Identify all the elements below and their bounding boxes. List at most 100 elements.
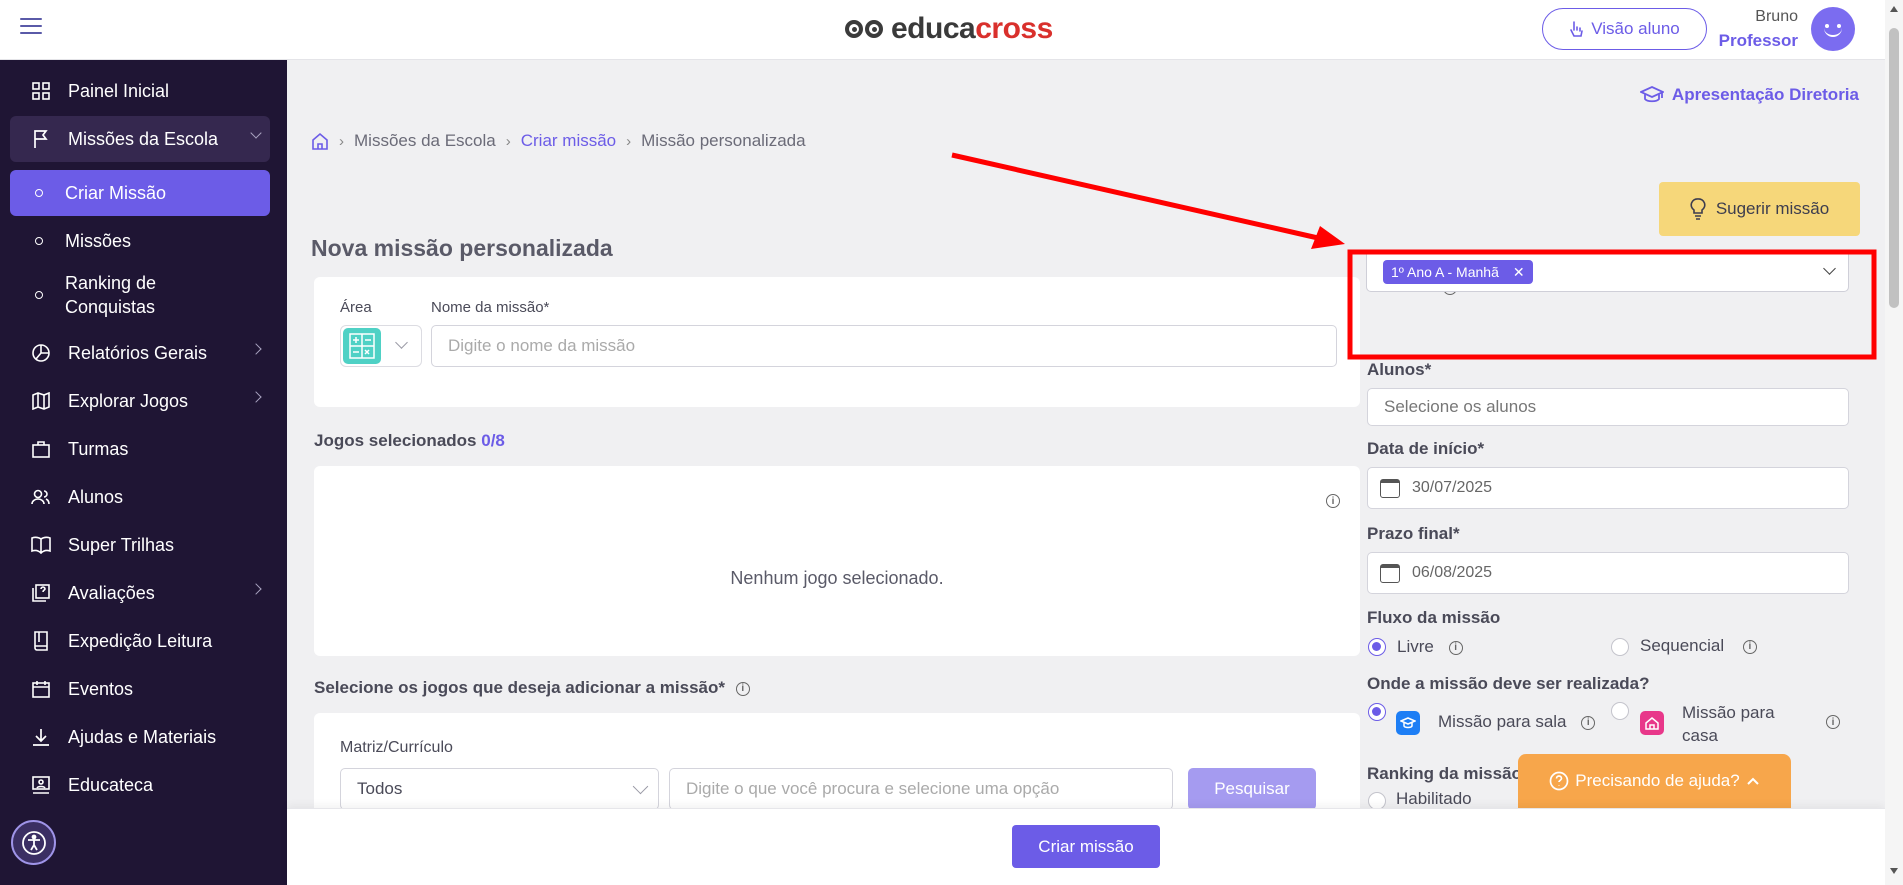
educacross-logo[interactable]: educacross [845,12,1053,46]
sidebar-item-ranking-conquistas[interactable]: Ranking de Conquistas [10,268,270,322]
place-class-label: Missão para sala i [1438,712,1596,732]
home-icon[interactable] [311,132,329,150]
sidebar-item-avaliacoes[interactable]: Avaliações [10,570,270,616]
question-circle-icon [1549,771,1569,791]
book-icon [30,630,52,652]
sidebar-item-label: Explorar Jogos [68,390,189,411]
chevron-down-icon [250,127,262,139]
mission-name-input[interactable]: Digite o nome da missão [431,325,1337,367]
sidebar-item-relatorios-gerais[interactable]: Relatórios Gerais [10,330,270,376]
sidebar-item-label: Painel Inicial [68,80,170,101]
close-icon[interactable]: ✕ [1513,264,1525,281]
scroll-thumb[interactable] [1889,28,1899,308]
logo-text-cross: cross [975,12,1053,45]
sidebar-item-super-trilhas[interactable]: Super Trilhas [10,522,270,568]
end-date-input[interactable]: 06/08/2025 [1367,552,1849,594]
sidebar-item-painel-inicial[interactable]: Painel Inicial [10,68,270,114]
turma-chip: 1º Ano A - Manhã ✕ [1383,260,1533,284]
main-content: Apresentação Diretoria › Missões da Esco… [287,61,1885,823]
info-icon[interactable]: i [1326,494,1340,508]
selected-games-count: 0/8 [481,431,505,450]
area-select[interactable] [340,325,422,367]
info-icon[interactable]: i [735,681,750,696]
alunos-label: Alunos* [1367,360,1432,379]
area-label: Área [340,299,372,316]
flow-sequential-radio[interactable] [1611,638,1629,656]
chevron-down-icon [1823,262,1836,275]
scroll-up-arrow-icon[interactable] [1890,6,1898,12]
lightbulb-icon [1690,198,1706,220]
sidebar-item-explorar-jogos[interactable]: Explorar Jogos [10,378,270,424]
user-avatar[interactable] [1811,7,1855,51]
chevron-down-icon [632,778,649,795]
book-open-icon [30,534,52,556]
flow-free-radio[interactable] [1368,638,1386,656]
circle-bullet-icon [35,291,43,299]
suggest-mission-button[interactable]: Sugerir missão [1659,182,1860,236]
start-date-input[interactable]: 30/07/2025 [1367,467,1849,509]
accessibility-icon [21,830,46,855]
scroll-down-arrow-icon[interactable] [1890,868,1898,874]
sidebar-item-missoes-da-escola[interactable]: Missões da Escola [10,116,270,162]
users-icon [30,486,52,508]
place-home-radio[interactable] [1611,702,1629,720]
game-search-card: Matriz/Currículo Todos Digite o que você… [314,713,1360,823]
accessibility-button[interactable] [11,820,56,865]
student-view-button[interactable]: Visão aluno [1542,8,1707,50]
search-button[interactable]: Pesquisar [1188,768,1316,810]
quiz-icon [30,582,52,604]
matrix-label: Matriz/Currículo [340,739,453,756]
flag-icon [30,128,52,150]
place-home-label: Missão para casa [1682,703,1775,745]
sidebar-item-turmas[interactable]: Turmas [10,426,270,472]
turmas-multiselect[interactable]: 1º Ano A - Manhã ✕ [1366,250,1849,292]
briefcase-icon [30,438,52,460]
sidebar-item-eventos[interactable]: Eventos [10,666,270,712]
suggest-mission-label: Sugerir missão [1715,199,1830,218]
student-view-label: Visão aluno [1591,19,1680,38]
info-icon[interactable]: i [1826,715,1840,729]
info-icon[interactable]: i [1448,640,1463,655]
house-icon [1640,711,1664,735]
sidebar-item-educateca[interactable]: Educateca [10,762,270,808]
graduation-cap-icon [1639,86,1664,103]
page-scrollbar[interactable] [1885,0,1903,885]
sidebar-item-label: Missões da Escola [68,128,219,149]
chevron-up-icon [1747,777,1759,785]
flow-sequential-label: Sequencial i [1640,636,1757,656]
place-class-radio[interactable] [1368,703,1386,721]
sidebar-item-missoes[interactable]: Missões [10,218,270,264]
help-button[interactable]: Precisando de ajuda? [1518,754,1791,808]
sidebar-item-criar-missao[interactable]: Criar Missão [10,170,270,216]
breadcrumb-missoes-escola[interactable]: Missões da Escola [354,131,496,151]
sidebar: Painel Inicial Missões da Escola Criar M… [0,60,287,885]
sidebar-item-label: Educateca [68,774,154,795]
flow-label: Fluxo da missão [1367,608,1501,627]
circle-bullet-icon [35,237,43,245]
calendar-icon [30,678,52,700]
matrix-select[interactable]: Todos [340,768,659,810]
mission-name-label: Nome da missão* [431,299,550,316]
sidebar-item-label: Alunos [68,486,124,507]
owl-logo-icon [845,14,885,44]
dashboard-grid-icon [30,80,52,102]
sidebar-item-label: Relatórios Gerais [68,342,208,363]
hamburger-menu-icon[interactable] [20,18,42,36]
apresentacao-diretoria-link[interactable]: Apresentação Diretoria [1639,85,1859,105]
end-date-label: Prazo final* [1367,524,1460,543]
game-search-input[interactable]: Digite o que você procura e selecione um… [669,768,1173,810]
breadcrumb-criar-missao[interactable]: Criar missão [521,131,616,151]
sidebar-item-label: Avaliações [68,582,155,603]
sidebar-item-ajudas-materiais[interactable]: Ajudas e Materiais [10,714,270,760]
info-icon[interactable]: i [1581,715,1596,730]
info-icon[interactable]: i [1742,639,1757,654]
ranking-enabled-label: Habilitado [1396,789,1472,808]
create-mission-button[interactable]: Criar missão [1012,825,1160,868]
chevron-right-icon [250,391,262,403]
math-operations-icon [343,328,381,364]
alunos-select[interactable]: Selecione os alunos [1367,388,1849,426]
ranking-label: Ranking da missão [1367,764,1522,783]
sidebar-item-expedicao-leitura[interactable]: Expedição Leitura [10,618,270,664]
user-name: Bruno [1755,8,1798,25]
sidebar-item-alunos[interactable]: Alunos [10,474,270,520]
